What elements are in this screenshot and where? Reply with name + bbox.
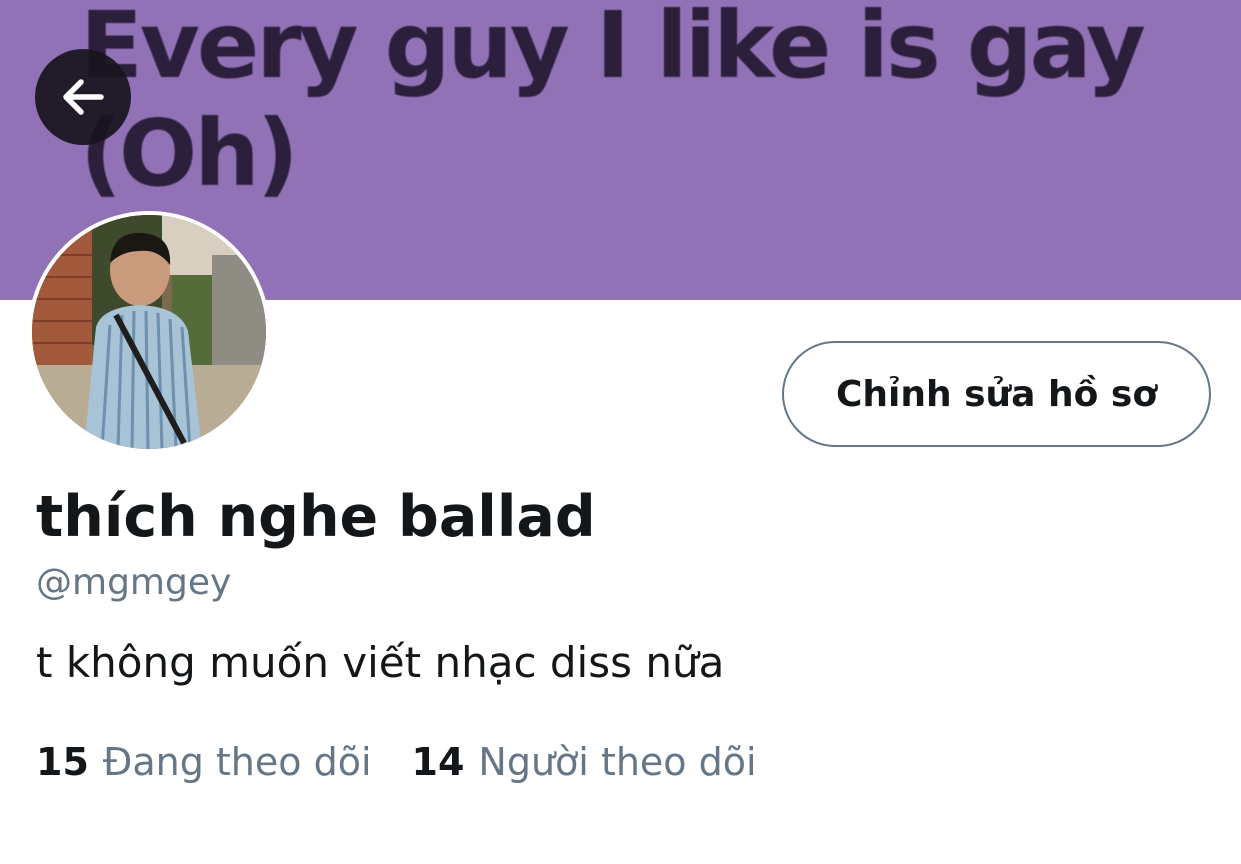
profile-photo [32, 215, 266, 449]
followers-label: Người theo dõi [478, 740, 757, 784]
display-name: thích nghe ballad [36, 484, 596, 550]
back-button[interactable] [35, 49, 131, 145]
following-link[interactable]: 15 Đang theo dõi [36, 740, 372, 784]
following-count: 15 [36, 740, 89, 784]
following-label: Đang theo dõi [102, 740, 372, 784]
followers-count: 14 [411, 740, 465, 784]
banner-lyrics-text: Every guy I like is gay (Oh) [80, 0, 1146, 207]
edit-profile-button[interactable]: Chỉnh sửa hồ sơ [782, 341, 1211, 447]
profile-bio: t không muốn viết nhạc diss nữa [36, 638, 725, 687]
followers-link[interactable]: 14 Người theo dõi [412, 740, 757, 784]
follow-stats: 15 Đang theo dõi 14 Người theo dõi [36, 740, 757, 784]
username-handle: @mgmgey [36, 562, 232, 603]
avatar[interactable] [28, 211, 270, 453]
arrow-left-icon [63, 79, 104, 115]
